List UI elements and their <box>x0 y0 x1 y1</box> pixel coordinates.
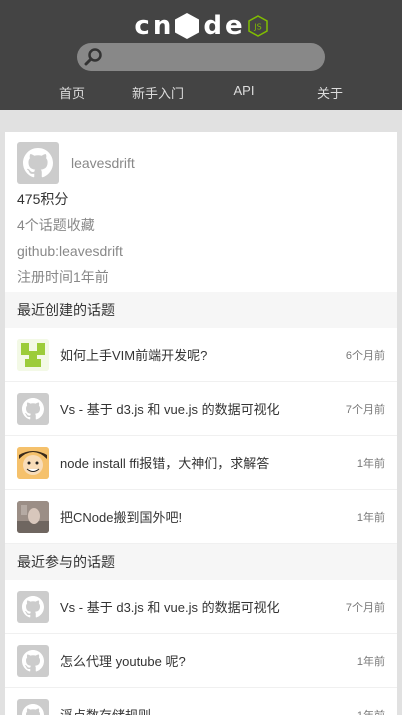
topic-avatar[interactable] <box>17 644 49 677</box>
top-nav: 首页 新手入门 API 关于 <box>0 83 402 102</box>
topic-avatar[interactable] <box>17 338 49 371</box>
topic-item[interactable]: 如何上手VIM前端开发呢? 6个月前 <box>5 328 397 382</box>
search-icon <box>84 48 102 66</box>
topic-time: 1年前 <box>356 655 385 668</box>
nav-api[interactable]: API <box>201 83 287 102</box>
topic-item[interactable]: 浮点数存储规则 1年前 <box>5 688 397 715</box>
topic-item[interactable]: 怎么代理 youtube 呢? 1年前 <box>5 634 397 688</box>
anime-face-icon <box>17 446 49 479</box>
topic-title[interactable]: 怎么代理 youtube 呢? <box>60 651 351 670</box>
user-profile-card: leavesdrift 475积分 4个话题收藏 github:leavesdr… <box>5 132 397 292</box>
topic-avatar[interactable] <box>17 392 49 425</box>
topic-time: 6个月前 <box>345 349 385 362</box>
topic-item[interactable]: Vs - 基于 d3.js 和 vue.js 的数据可视化 7个月前 <box>5 580 397 634</box>
spacer <box>0 110 402 132</box>
user-avatar[interactable] <box>17 142 59 184</box>
recent-created-title: 最近创建的话题 <box>5 292 397 328</box>
github-avatar-icon <box>22 649 44 671</box>
search-box[interactable] <box>77 43 325 71</box>
svg-text:JS: JS <box>253 23 261 32</box>
recent-replied-list: Vs - 基于 d3.js 和 vue.js 的数据可视化 7个月前 怎么代理 … <box>5 580 397 715</box>
topic-time: 1年前 <box>357 707 385 715</box>
topic-title[interactable]: 如何上手VIM前端开发呢? <box>60 345 340 364</box>
topic-avatar[interactable] <box>17 446 49 479</box>
logo-letter-n: n <box>152 11 172 41</box>
topic-item[interactable]: 把CNode搬到国外吧! 1年前 <box>5 490 397 544</box>
user-collections[interactable]: 4个话题收藏 <box>17 216 385 234</box>
topic-title[interactable]: 把CNode搬到国外吧! <box>60 507 351 526</box>
user-score: 475积分 <box>17 191 69 207</box>
topic-avatar[interactable] <box>17 500 49 533</box>
cnode-logo[interactable]: c n d e JS <box>0 12 402 40</box>
topic-item[interactable]: node install ffi报错，大神们，求解答 1年前 <box>5 436 397 490</box>
header: c n d e JS 首页 新手入门 API 关于 <box>0 0 402 110</box>
node-hex-icon <box>175 13 200 39</box>
nav-getstart[interactable]: 新手入门 <box>115 83 201 102</box>
github-avatar-icon <box>22 703 44 715</box>
logo-letter-c: c <box>134 11 150 41</box>
recent-replied-title: 最近参与的话题 <box>5 544 397 580</box>
github-avatar-icon <box>22 397 44 419</box>
user-registered: 注册时间1年前 <box>17 269 109 285</box>
page: c n d e JS 首页 新手入门 API 关于 leavesdrift 47… <box>0 0 402 715</box>
topic-time: 1年前 <box>356 457 385 470</box>
pixel-avatar-icon <box>17 338 49 371</box>
topic-avatar[interactable] <box>17 590 49 623</box>
topic-item[interactable]: Vs - 基于 d3.js 和 vue.js 的数据可视化 7个月前 <box>5 382 397 436</box>
nav-about[interactable]: 关于 <box>287 83 373 102</box>
username[interactable]: leavesdrift <box>71 155 135 171</box>
recent-created-list: 如何上手VIM前端开发呢? 6个月前 Vs - 基于 d3.js 和 vue.j… <box>5 328 397 544</box>
github-avatar-icon <box>23 148 53 178</box>
js-hex-icon: JS <box>247 15 268 37</box>
logo-letter-d: d <box>203 11 222 41</box>
topic-time: 7个月前 <box>345 403 385 416</box>
topic-time: 7个月前 <box>345 601 385 614</box>
topic-title[interactable]: Vs - 基于 d3.js 和 vue.js 的数据可视化 <box>60 399 340 418</box>
user-github[interactable]: github:leavesdrift <box>17 242 385 260</box>
topic-title[interactable]: 浮点数存储规则 <box>60 705 351 715</box>
topic-title[interactable]: node install ffi报错，大神们，求解答 <box>60 453 351 472</box>
topic-time: 1年前 <box>356 511 385 524</box>
topic-avatar[interactable] <box>17 698 49 715</box>
logo-letter-e: e <box>224 11 243 41</box>
github-avatar-icon <box>22 595 44 617</box>
nav-home[interactable]: 首页 <box>29 83 115 102</box>
topic-title[interactable]: Vs - 基于 d3.js 和 vue.js 的数据可视化 <box>60 597 340 616</box>
photo-avatar-icon <box>17 500 49 533</box>
search-input[interactable] <box>107 47 307 67</box>
